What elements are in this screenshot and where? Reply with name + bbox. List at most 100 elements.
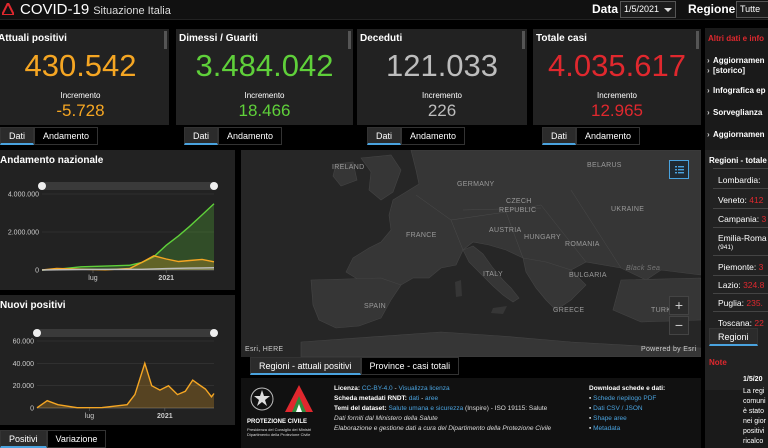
info-link-sorveglianza[interactable]: Sorveglianza	[707, 108, 762, 117]
map-label: AUSTRIA	[489, 227, 522, 234]
info-link-storico[interactable]: [storico]	[707, 66, 745, 75]
x-tick-label: 2021	[158, 275, 174, 282]
region-row[interactable]: Puglia: 235.	[718, 298, 763, 308]
region-name: Lombardia:	[718, 175, 761, 185]
map-attribution: Esri, HERE	[245, 346, 284, 353]
map-label: HUNGARY	[524, 234, 561, 241]
note-title: Note	[709, 358, 727, 367]
stat-inc-label: Incremento	[421, 91, 463, 100]
scrollbar[interactable]	[522, 31, 525, 49]
map-label: UKRAINE	[611, 206, 645, 213]
region-row[interactable]: Veneto: 412	[718, 195, 763, 205]
region-row[interactable]: Campania: 3	[718, 214, 766, 224]
licenza-value[interactable]: CC-BY-4.0	[362, 385, 393, 392]
map-view[interactable]: IRELAND BELARUS GERMANY CZECH REPUBLIC U…	[241, 150, 701, 357]
tab-dati[interactable]: Dati	[0, 127, 35, 145]
trend-chart: 4.000.000 2.000.000 0 lug 2021	[8, 182, 218, 282]
region-row[interactable]: Toscana: 22	[718, 318, 764, 328]
stat-panel-deceduti: Deceduti 121.033 Incremento 226	[357, 29, 527, 125]
map-label: BULGARIA	[569, 272, 607, 279]
zoom-in-button[interactable]: +	[669, 296, 689, 315]
slider-handle	[38, 182, 46, 190]
region-name: Puglia:	[718, 298, 744, 308]
tab-regioni-attuali-positivi[interactable]: Regioni - attuali positivi	[250, 357, 361, 375]
region-row[interactable]: Piemonte: 3	[718, 262, 763, 272]
region-row[interactable]: Emilia-Roma	[718, 233, 767, 243]
date-value: 1/5/2021	[624, 4, 660, 14]
slider-handle	[210, 182, 218, 190]
scrollbar[interactable]	[696, 31, 699, 49]
region-name: Toscana:	[718, 318, 753, 328]
region-value: 412	[749, 195, 764, 205]
region-value: 3	[758, 262, 764, 272]
chart-tabs: Positivi Variazione	[0, 430, 107, 448]
divider	[713, 275, 768, 276]
stat-value: 430.542	[24, 48, 137, 83]
tab-dati[interactable]: Dati	[367, 127, 402, 145]
map-label: SPAIN	[364, 303, 386, 310]
region-row[interactable]: Lombardia:	[718, 175, 761, 185]
scheda-link-aree[interactable]: aree	[425, 395, 438, 402]
note-line: positivi	[743, 428, 765, 435]
tab-variazione[interactable]: Variazione	[46, 430, 107, 448]
map-label: BELARUS	[587, 162, 622, 169]
info-title: Altri dati e info	[708, 34, 764, 43]
licenza-link[interactable]: Visualizza licenza	[398, 385, 449, 392]
download-item: ▪ Metadata	[589, 425, 621, 432]
app-subtitle: Situazione Italia	[93, 5, 171, 17]
map-label: Black Sea	[626, 265, 661, 272]
slider-handle	[210, 329, 218, 337]
info-link-aggiornamenti-2[interactable]: Aggiornamen	[707, 130, 765, 139]
map-label: ROMANIA	[565, 241, 600, 248]
download-item: ▪ Shape aree	[589, 415, 627, 422]
legend-list-icon[interactable]	[669, 160, 689, 179]
logo-icon	[2, 3, 14, 15]
tab-andamento[interactable]: Andamento	[218, 127, 283, 145]
tab-dati[interactable]: Dati	[542, 127, 577, 145]
stat-inc-label: Incremento	[244, 91, 285, 100]
tab-positivi[interactable]: Positivi	[0, 430, 47, 448]
date-select[interactable]: 1/5/2021	[620, 1, 676, 18]
stat-increment: 18.466	[238, 101, 291, 120]
region-row[interactable]: Lazio: 324.8	[718, 280, 764, 290]
tab-dati[interactable]: Dati	[184, 127, 219, 145]
scheda-label: Scheda metadati RNDT:	[334, 395, 407, 402]
app-title: COVID-19 Situazione Italia	[20, 1, 171, 18]
info-link-aggiornamenti[interactable]: Aggiornamen	[707, 56, 765, 65]
scheda-link-dati[interactable]: dati	[409, 395, 419, 402]
tab-province-casi-totali[interactable]: Province - casi totali	[360, 357, 460, 375]
protezione-civile-logo-icon	[285, 385, 313, 412]
download-item: ▪ Schede riepilogo PDF	[589, 395, 657, 402]
esri-credit[interactable]: Powered by Esri	[641, 346, 696, 353]
region-select[interactable]: Tutte	[736, 1, 768, 18]
region-name: Lazio:	[718, 280, 741, 290]
download-csv-link[interactable]: Dati CSV / JSON	[593, 405, 642, 412]
y-tick-label: 0	[30, 406, 34, 413]
stat-increment: 12.965	[591, 101, 643, 120]
download-pdf-link[interactable]: Schede riepilogo PDF	[593, 395, 656, 402]
download-metadata-link[interactable]: Metadata	[593, 425, 620, 432]
stat-inc-label: Incremento	[60, 91, 101, 100]
scrollbar[interactable]	[348, 31, 351, 49]
map-tabs: Regioni - attuali positivi Province - ca…	[250, 357, 460, 375]
tab-andamento[interactable]: Andamento	[576, 127, 641, 145]
divider	[713, 227, 768, 228]
temi-link[interactable]: Salute umana e sicurezza	[388, 405, 463, 412]
y-tick-label: 40.000	[13, 361, 35, 368]
note-line: è stato	[743, 408, 765, 415]
tab-andamento[interactable]: Andamento	[401, 127, 466, 145]
map-label: ITALY	[483, 271, 503, 278]
divider	[713, 311, 768, 312]
divider	[713, 168, 768, 169]
stat-value: 121.033	[385, 48, 499, 83]
tab-andamento[interactable]: Andamento	[34, 127, 99, 145]
scrollbar[interactable]	[164, 31, 167, 49]
tab-regioni[interactable]: Regioni	[709, 328, 758, 346]
map-label: FRANCE	[406, 232, 437, 239]
map-label: GERMANY	[457, 181, 495, 188]
info-link-infografica[interactable]: Infografica ep	[707, 86, 766, 95]
download-shape-link[interactable]: Shape aree	[593, 415, 627, 422]
zoom-out-button[interactable]: −	[669, 316, 689, 335]
region-value: 3	[761, 214, 767, 224]
regions-title: Regioni - totale c	[709, 156, 768, 165]
